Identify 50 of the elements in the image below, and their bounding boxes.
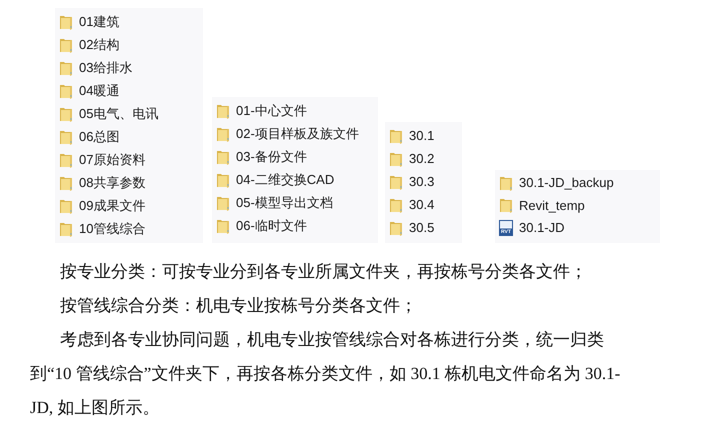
file-name[interactable]: 03给排水 xyxy=(79,58,132,76)
folder-icon xyxy=(389,196,403,212)
folder-icon xyxy=(59,198,73,214)
folder-icon xyxy=(59,220,73,236)
folder-icon xyxy=(59,174,73,190)
file-name[interactable]: 10管线综合 xyxy=(79,220,146,238)
folder-icon xyxy=(389,174,403,190)
file-name[interactable]: 30.2 xyxy=(409,151,434,166)
folder-icon xyxy=(59,60,73,76)
file-name[interactable]: 30.1-JD xyxy=(519,220,565,236)
file-name[interactable]: 09成果文件 xyxy=(79,196,146,214)
folder-icon xyxy=(59,14,73,30)
folder-icon xyxy=(216,102,230,118)
file-name[interactable]: 06总图 xyxy=(79,128,120,146)
folder-icon xyxy=(499,197,513,214)
file-name[interactable]: 30.3 xyxy=(409,174,434,189)
file-name[interactable]: 30.4 xyxy=(409,197,434,212)
file-name[interactable]: 04暖通 xyxy=(79,82,120,100)
file-name[interactable]: 05电气、电讯 xyxy=(79,104,158,122)
folder-icon xyxy=(499,174,513,191)
file-name[interactable]: 02-项目样板及族文件 xyxy=(236,124,359,142)
file-name[interactable]: 02结构 xyxy=(79,36,120,54)
folder-icon xyxy=(59,106,73,122)
file-name[interactable]: 04-二维交换CAD xyxy=(236,170,334,188)
paragraph: 按管线综合分类：机电专业按栋号分类各文件； xyxy=(59,295,418,317)
folder-icon xyxy=(216,172,230,188)
folder-icon xyxy=(59,128,73,144)
file-name[interactable]: 03-备份文件 xyxy=(236,148,307,166)
file-name[interactable]: 08共享参数 xyxy=(79,174,146,192)
file-name[interactable]: Revit_temp xyxy=(519,198,585,213)
folder-icon xyxy=(389,128,403,144)
file-name[interactable]: 05-模型导出文档 xyxy=(236,194,333,212)
file-name[interactable]: 07原始资料 xyxy=(79,150,146,168)
folder-icon xyxy=(59,82,73,98)
folder-icon xyxy=(389,150,403,166)
folder-icon xyxy=(216,218,230,234)
folder-icon xyxy=(216,126,230,142)
file-name[interactable]: 01-中心文件 xyxy=(236,102,307,120)
paragraph: 按专业分类：可按专业分到各专业所属文件夹，再按栋号分类各文件； xyxy=(59,261,588,283)
file-name[interactable]: 06-临时文件 xyxy=(236,216,307,234)
file-name[interactable]: 01建筑 xyxy=(79,12,120,30)
file-name[interactable]: 30.1 xyxy=(409,128,434,143)
folder-icon xyxy=(389,220,403,236)
folder-icon xyxy=(59,36,73,52)
folder-icon xyxy=(216,194,230,210)
file-name[interactable]: 30.5 xyxy=(409,220,434,235)
paragraph: 考虑到各专业协同问题，机电专业按管线综合对各栋进行分类，统一归类到“10 管线综合”文件夹下，再按各栋分类文件，如 30.1 栋机电文件命名为 30.1-JD, 如上图所示。 xyxy=(30,329,622,419)
folder-icon xyxy=(59,152,73,168)
folder-icon xyxy=(216,148,230,164)
file-name[interactable]: 30.1-JD_backup xyxy=(519,175,614,190)
